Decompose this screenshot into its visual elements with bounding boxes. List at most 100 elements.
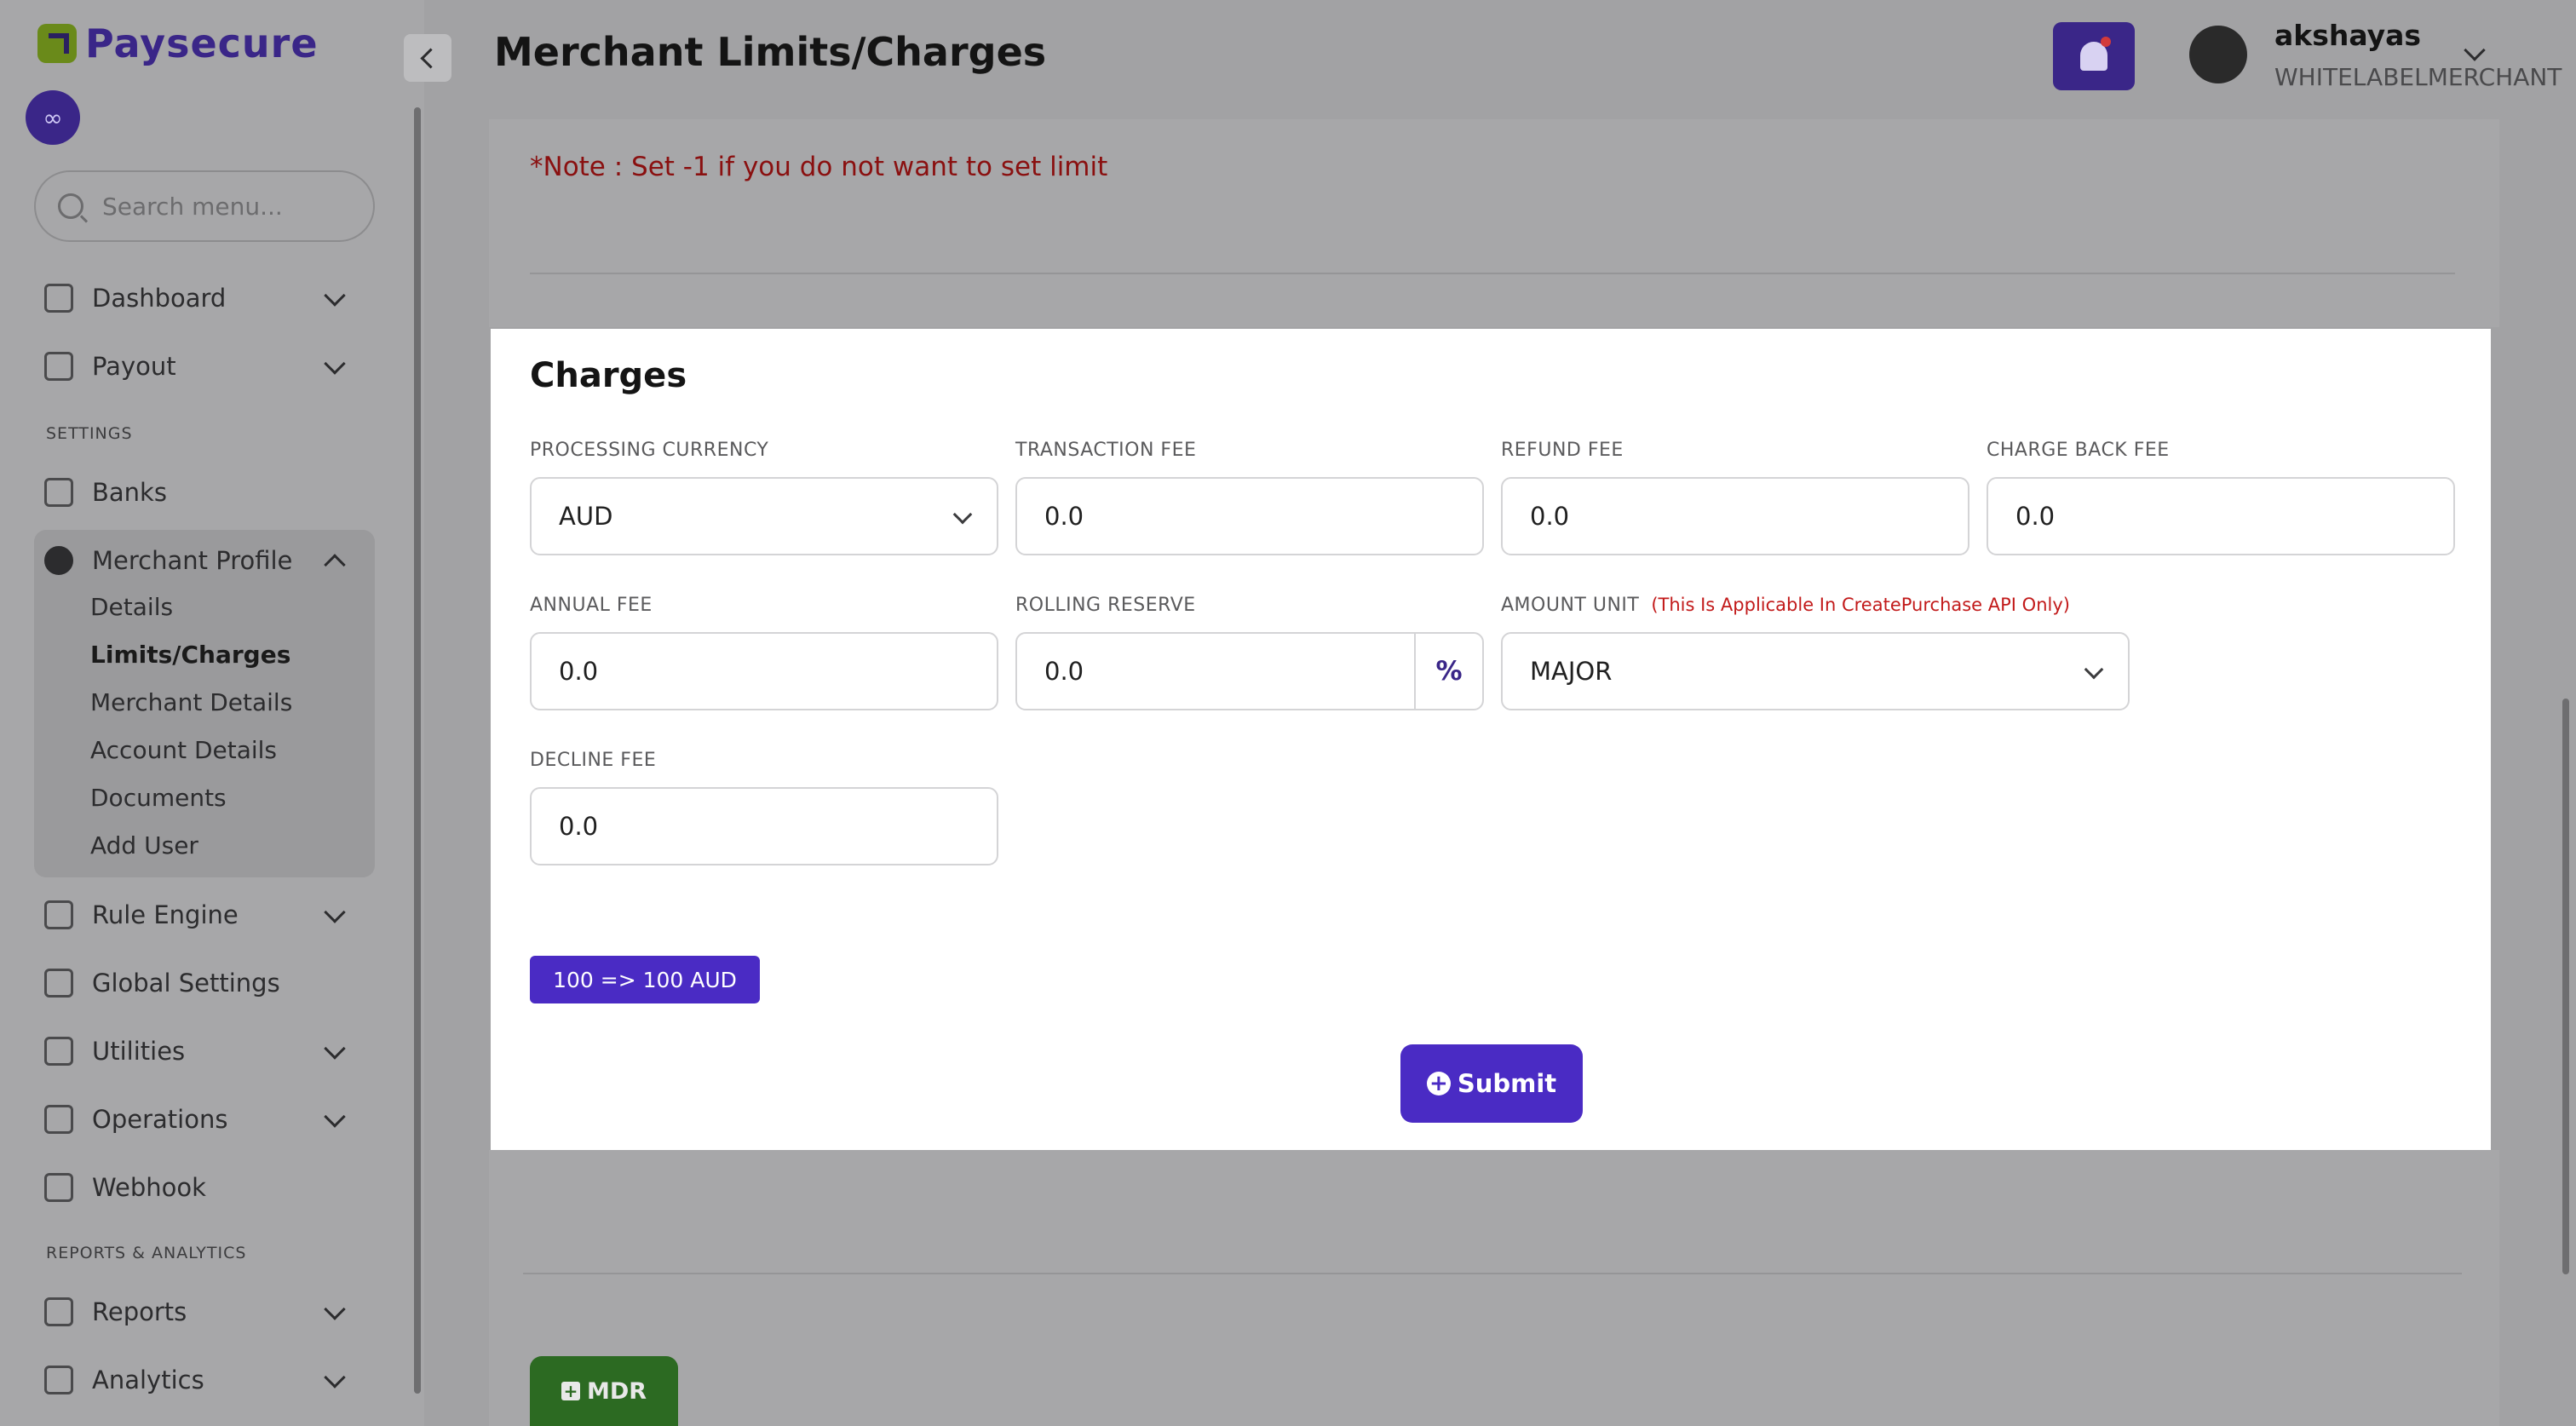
search-input[interactable]: Search menu... [34,170,375,242]
section-label-reports: REPORTS & ANALYTICS [46,1244,247,1262]
amount-unit-note: (This Is Applicable In CreatePurchase AP… [1651,595,2070,615]
sidebar-item-rule-engine[interactable]: Rule Engine [44,889,359,940]
rolling-reserve-input[interactable]: 0.0 % [1015,632,1484,710]
sidebar-item-reports[interactable]: Reports [44,1286,359,1337]
sidebar-item-label: Banks [92,478,167,507]
sidebar-item-webhook[interactable]: Webhook [44,1162,359,1213]
processing-currency-value: AUD [559,502,613,531]
webhook-icon [44,1173,73,1202]
amount-unit-value: MAJOR [1530,657,1613,686]
sidebar-item-label: Dashboard [92,284,227,313]
sub-item-documents[interactable]: Documents [90,784,227,812]
chevron-down-icon [324,901,346,923]
unit-example-badge: 100 => 100 AUD [530,956,760,1003]
chevron-down-icon [324,285,346,307]
rolling-reserve-value: 0.0 [1044,657,1084,686]
user-icon [44,546,73,575]
charges-title: Charges [530,356,687,395]
submit-button[interactable]: + Submit [1400,1044,1583,1123]
sidebar-item-utilities[interactable]: Utilities [44,1026,359,1077]
rolling-reserve-label: ROLLING RESERVE [1015,595,1196,616]
decline-fee-value: 0.0 [559,812,599,841]
sidebar-item-label: Rule Engine [92,900,239,929]
decline-fee-label: DECLINE FEE [530,750,657,771]
sidebar-item-label: Merchant Profile [92,546,293,575]
divider [530,273,2455,274]
annual-fee-input[interactable]: 0.0 [530,632,998,710]
chevron-down-icon [324,1106,346,1128]
collapse-sidebar-button[interactable] [404,34,451,82]
sidebar-item-label: Global Settings [92,969,280,998]
main-scrollbar[interactable] [2562,699,2569,1274]
refund-fee-label: REFUND FEE [1501,440,1624,461]
operations-icon [44,1105,73,1134]
limits-panel [489,119,2499,327]
sidebar-item-payout[interactable]: Payout [44,341,359,392]
user-name: akshayas [2274,19,2422,52]
sidebar-item-global-settings[interactable]: Global Settings [44,957,359,1009]
sub-item-merchant-details[interactable]: Merchant Details [90,688,292,716]
sidebar-item-banks[interactable]: Banks [44,467,359,518]
transaction-fee-value: 0.0 [1044,502,1084,531]
mdr-panel [489,1150,2499,1426]
payout-icon [44,352,73,381]
sub-item-add-user[interactable]: Add User [90,831,198,860]
chevron-down-icon [952,504,973,525]
decline-fee-input[interactable]: 0.0 [530,787,998,865]
mdr-label: MDR [586,1377,647,1405]
section-label-settings: SETTINGS [46,424,133,443]
link-icon[interactable]: ∞ [26,90,80,145]
sidebar-item-label: Operations [92,1105,228,1134]
rule-engine-icon [44,900,73,929]
sidebar-item-label: Utilities [92,1037,186,1066]
plus-square-icon: + [561,1382,580,1400]
sidebar-item-label: Reports [92,1297,187,1326]
reports-icon [44,1297,73,1326]
chevron-down-icon [324,1298,346,1320]
chevron-down-icon[interactable] [2464,39,2486,61]
refund-fee-input[interactable]: 0.0 [1501,477,1969,555]
chevron-up-icon [324,554,346,576]
global-settings-icon [44,969,73,998]
amount-unit-label-text: AMOUNT UNIT [1501,595,1640,616]
amount-unit-label: AMOUNT UNIT (This Is Applicable In Create… [1501,595,2070,616]
sidebar-item-merchant-profile[interactable]: Merchant Profile [44,535,359,586]
brand-logo[interactable]: Paysecure [37,20,319,66]
transaction-fee-input[interactable]: 0.0 [1015,477,1484,555]
sub-item-details[interactable]: Details [90,593,173,621]
sub-item-limits-charges[interactable]: Limits/Charges [90,641,290,669]
sidebar-item-dashboard[interactable]: Dashboard [44,273,359,324]
processing-currency-select[interactable]: AUD [530,477,998,555]
annual-fee-label: ANNUAL FEE [530,595,653,616]
mdr-button[interactable]: + MDR [530,1356,678,1426]
submit-label: Submit [1457,1069,1557,1098]
analytics-icon [44,1366,73,1394]
refund-fee-value: 0.0 [1530,502,1570,531]
chevron-down-icon [324,1366,346,1389]
plus-circle-icon: + [1426,1072,1451,1095]
utilities-icon [44,1037,73,1066]
user-role: WHITELABELMERCHANT [2274,63,2562,91]
chevron-down-icon [2084,659,2104,680]
charges-card [491,329,2491,1150]
annual-fee-value: 0.0 [559,657,599,686]
amount-unit-select[interactable]: MAJOR [1501,632,2130,710]
transaction-fee-label: TRANSACTION FEE [1015,440,1197,461]
dashboard-icon [44,284,73,313]
sub-item-account-details[interactable]: Account Details [90,736,277,764]
sidebar-scrollbar[interactable] [414,107,421,1394]
sidebar-item-operations[interactable]: Operations [44,1094,359,1145]
percent-addon: % [1414,634,1482,709]
sidebar-item-analytics[interactable]: Analytics [44,1354,359,1406]
charge-back-fee-input[interactable]: 0.0 [1987,477,2455,555]
avatar[interactable] [2189,26,2247,83]
notifications-button[interactable] [2053,22,2135,90]
sidebar-item-label: Payout [92,352,176,381]
limit-note: *Note : Set -1 if you do not want to set… [530,152,1108,182]
logo-icon [37,24,77,63]
page-title: Merchant Limits/Charges [494,29,1047,75]
divider [523,1273,2462,1274]
chevron-down-icon [324,1038,346,1060]
processing-currency-label: PROCESSING CURRENCY [530,440,769,461]
bell-icon [2080,37,2111,71]
